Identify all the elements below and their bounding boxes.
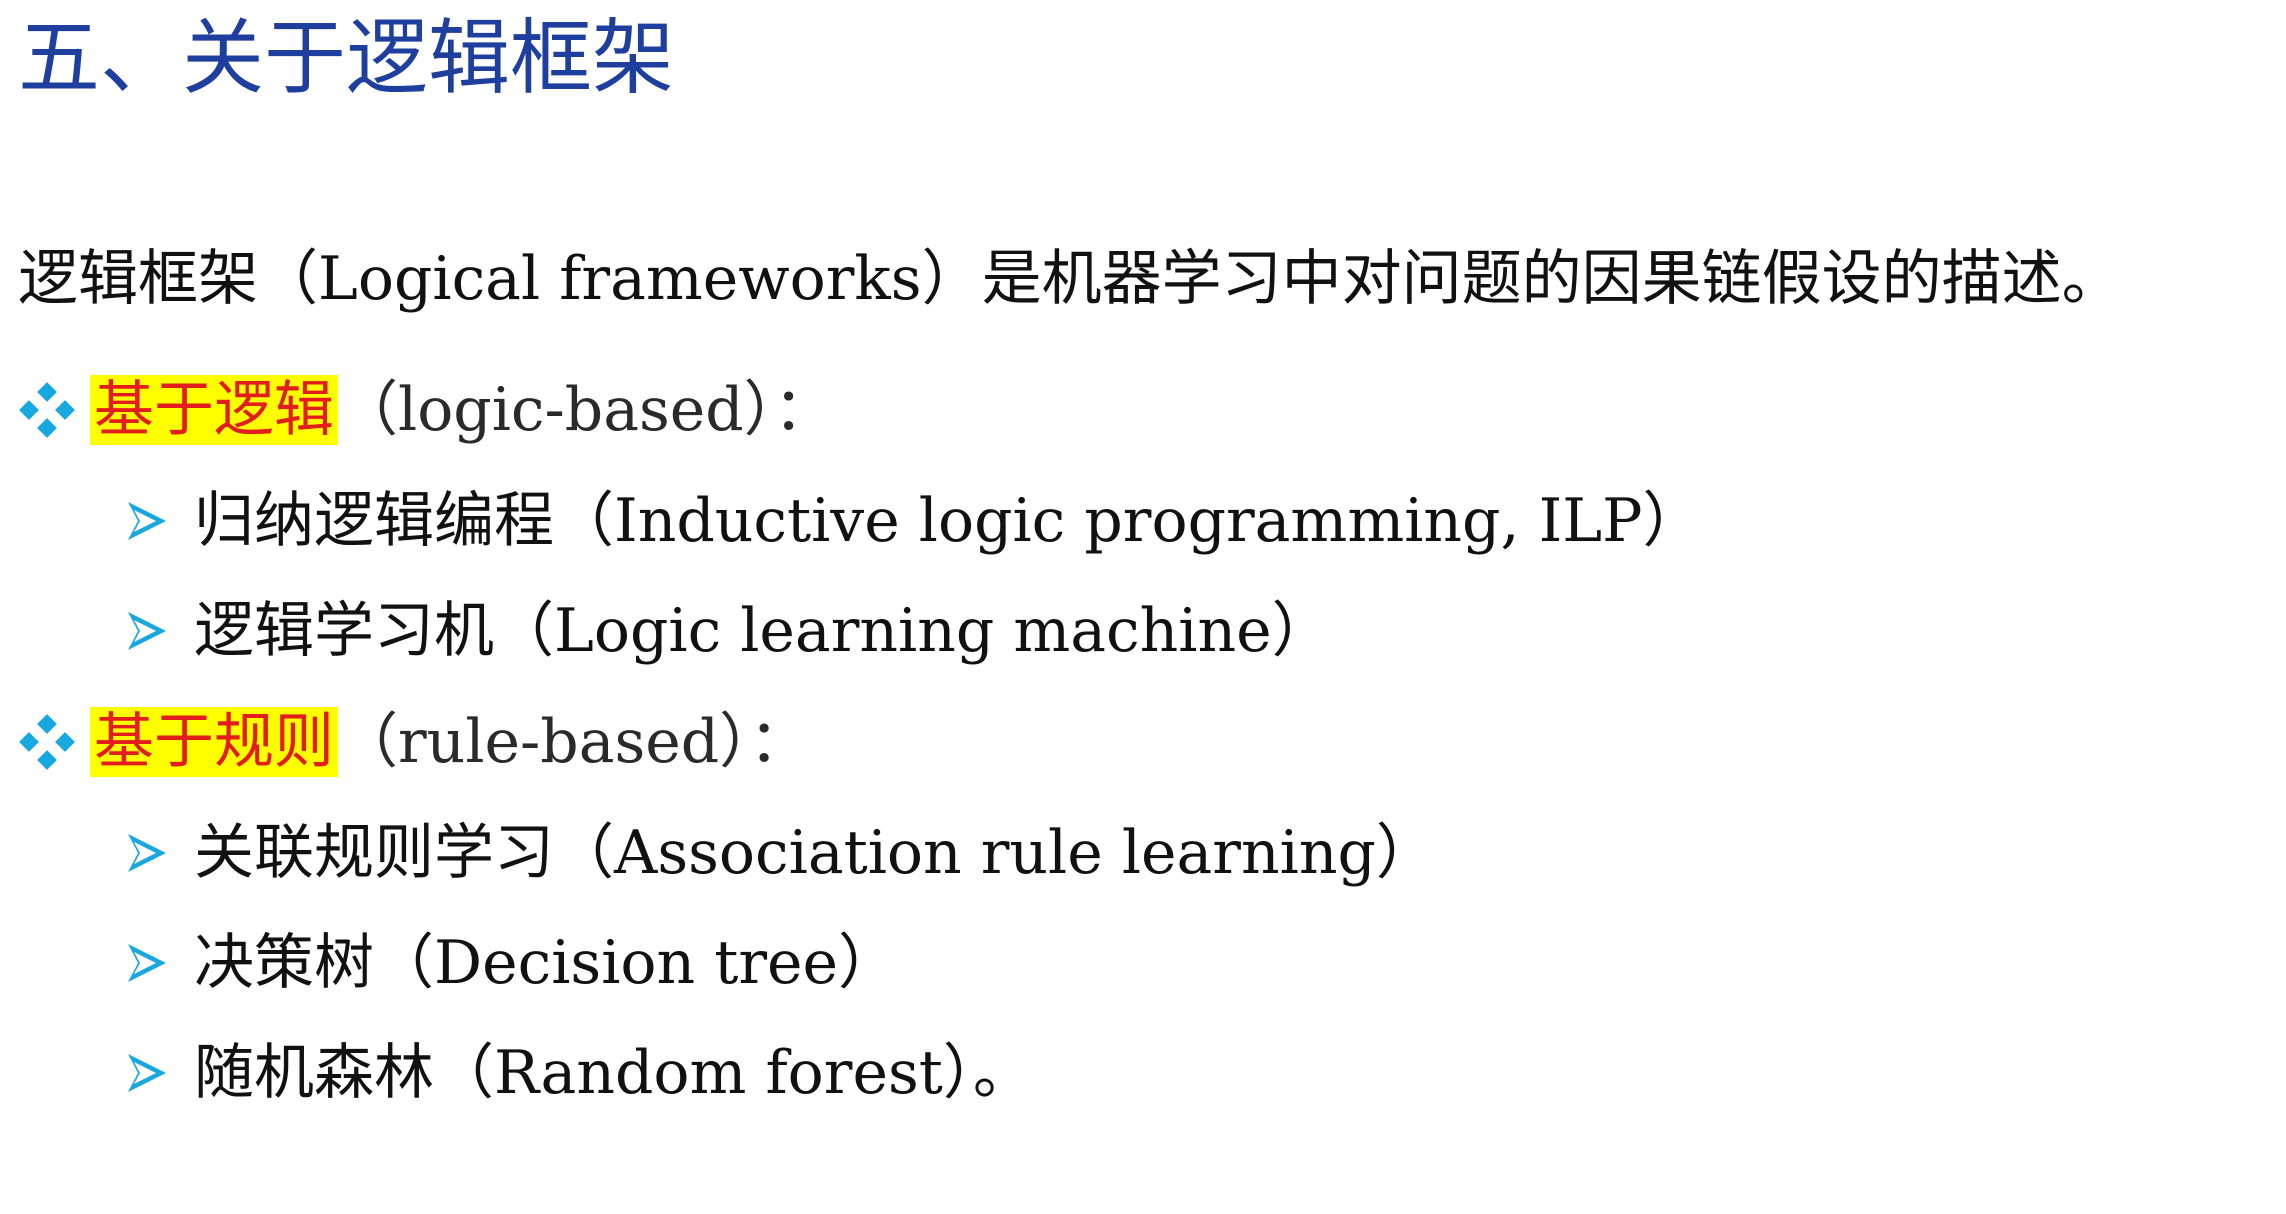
slide: 五、关于逻辑框架 逻辑框架（Logical frameworks）是机器学习中对…	[0, 0, 2286, 1214]
section-label: 基于规则	[90, 707, 338, 777]
item-text: 关联规则学习（Association rule learning）	[194, 818, 1436, 888]
section-logic-based: 基于逻辑（logic-based）：	[18, 369, 834, 451]
section-label: 基于逻辑	[90, 375, 338, 445]
list-item: 随机森林（Random forest）。	[122, 1032, 1033, 1114]
diamond-bullet-icon	[19, 382, 75, 439]
arrow-bullet-icon	[128, 1054, 166, 1093]
diamond-bullet-icon	[19, 714, 75, 771]
arrow-bullet-icon	[128, 612, 166, 651]
item-text: 归纳逻辑编程（Inductive logic programming, ILP）	[194, 486, 1703, 556]
item-text: 逻辑学习机（Logic learning machine）	[194, 596, 1332, 666]
list-item: 决策树（Decision tree）	[122, 922, 898, 1004]
list-item: 归纳逻辑编程（Inductive logic programming, ILP）	[122, 480, 1703, 562]
arrow-bullet-icon	[128, 944, 166, 983]
list-item: 关联规则学习（Association rule learning）	[122, 812, 1436, 894]
item-text: 随机森林（Random forest）。	[194, 1038, 1033, 1108]
arrow-bullet-icon	[128, 834, 166, 873]
intro-text: 逻辑框架（Logical frameworks）是机器学习中对问题的因果链假设的…	[18, 244, 2122, 314]
section-suffix: （logic-based）：	[338, 375, 834, 445]
list-item: 逻辑学习机（Logic learning machine）	[122, 590, 1332, 672]
section-suffix: （rule-based）：	[338, 707, 810, 777]
arrow-bullet-icon	[128, 502, 166, 541]
page-title: 五、关于逻辑框架	[18, 11, 675, 106]
section-rule-based: 基于规则（rule-based）：	[18, 701, 809, 783]
item-text: 决策树（Decision tree）	[194, 928, 899, 998]
